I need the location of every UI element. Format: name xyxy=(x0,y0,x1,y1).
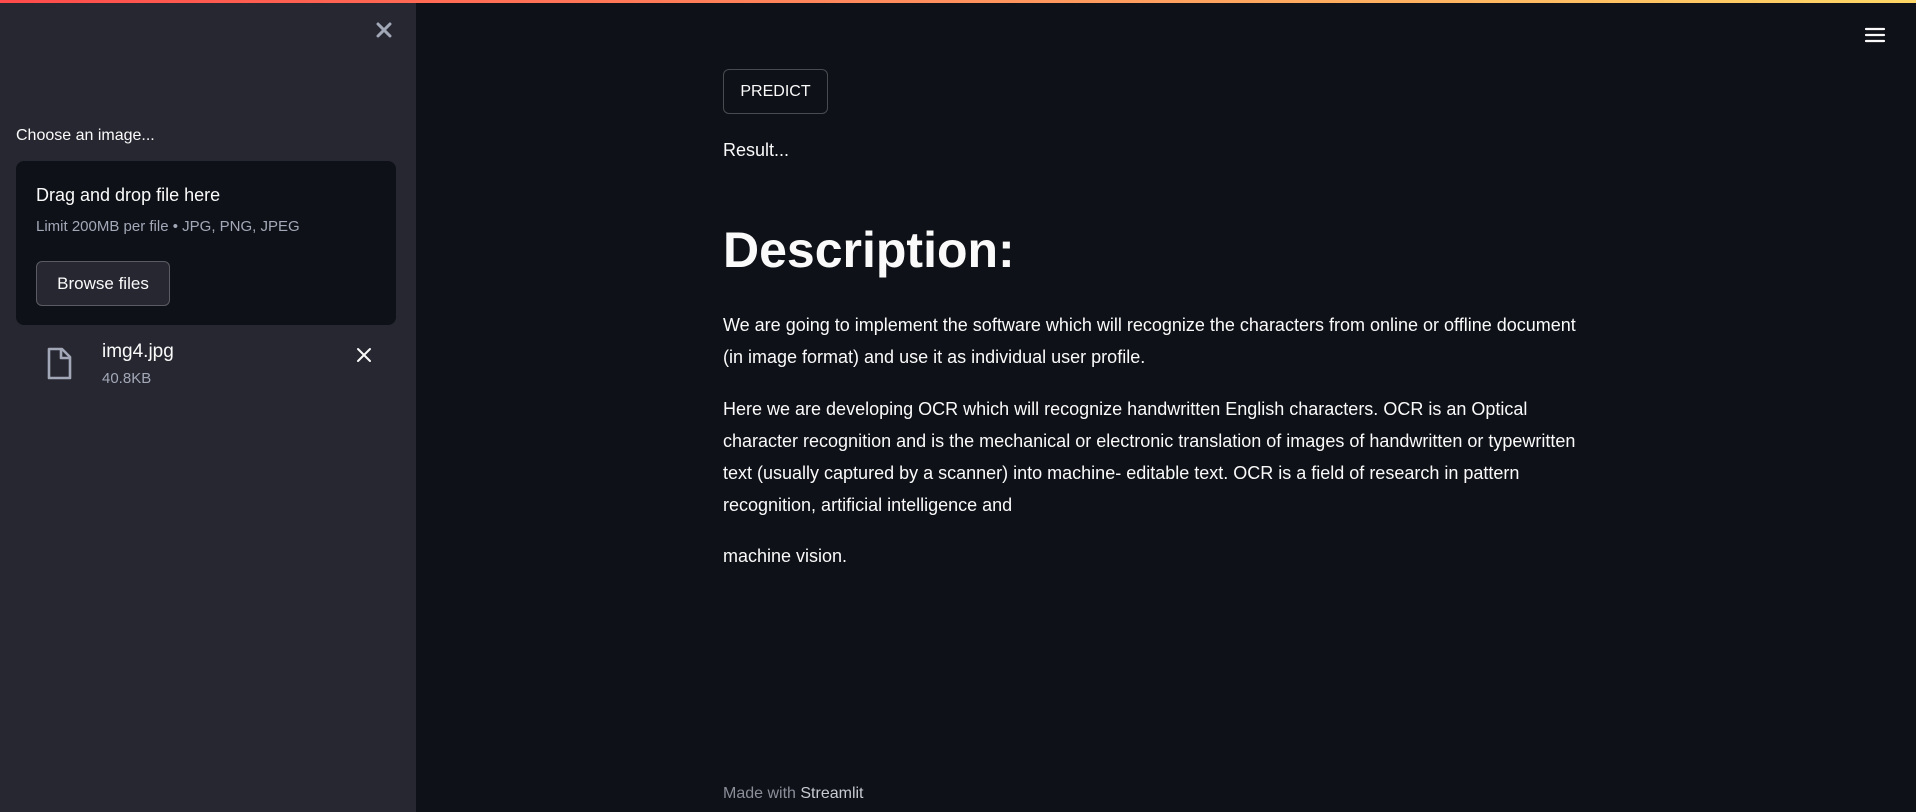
sidebar: Choose an image... Drag and drop file he… xyxy=(0,0,416,812)
footer-prefix: Made with xyxy=(723,785,796,802)
close-icon xyxy=(376,22,392,38)
result-text: Result... xyxy=(723,140,790,160)
streamlit-app: Choose an image... Drag and drop file he… xyxy=(0,0,1916,812)
uploader-label: Choose an image... xyxy=(16,127,155,144)
remove-file-button[interactable] xyxy=(352,343,376,367)
close-icon xyxy=(357,348,371,362)
uploaded-file-item: img4.jpg 40.8KB xyxy=(16,335,396,395)
description-paragraph: We are going to implement the software w… xyxy=(723,315,1576,367)
main-menu-button[interactable] xyxy=(1862,22,1888,48)
top-decoration-bar xyxy=(0,0,1916,3)
description-paragraph: machine vision. xyxy=(723,546,848,566)
dropzone-title: Drag and drop file here xyxy=(36,185,221,205)
hamburger-menu-icon xyxy=(1864,27,1886,43)
predict-button[interactable]: PREDICT xyxy=(723,69,828,114)
description-paragraph: Here we are developing OCR which will re… xyxy=(723,399,1576,515)
main-content: PREDICT Result... Description: We are go… xyxy=(723,0,1593,812)
dropzone-limit-text: Limit 200MB per file • JPG, PNG, JPEG xyxy=(36,218,300,235)
description-heading: Description: xyxy=(723,222,1015,278)
file-dropzone[interactable]: Drag and drop file here Limit 200MB per … xyxy=(16,161,396,325)
file-name: img4.jpg xyxy=(102,341,174,362)
sidebar-close-button[interactable] xyxy=(372,18,396,42)
footer: Made with Streamlit xyxy=(723,785,864,803)
file-icon xyxy=(44,347,74,381)
streamlit-link[interactable]: Streamlit xyxy=(800,785,863,802)
browse-files-button[interactable]: Browse files xyxy=(36,261,170,306)
file-size: 40.8KB xyxy=(102,370,152,387)
